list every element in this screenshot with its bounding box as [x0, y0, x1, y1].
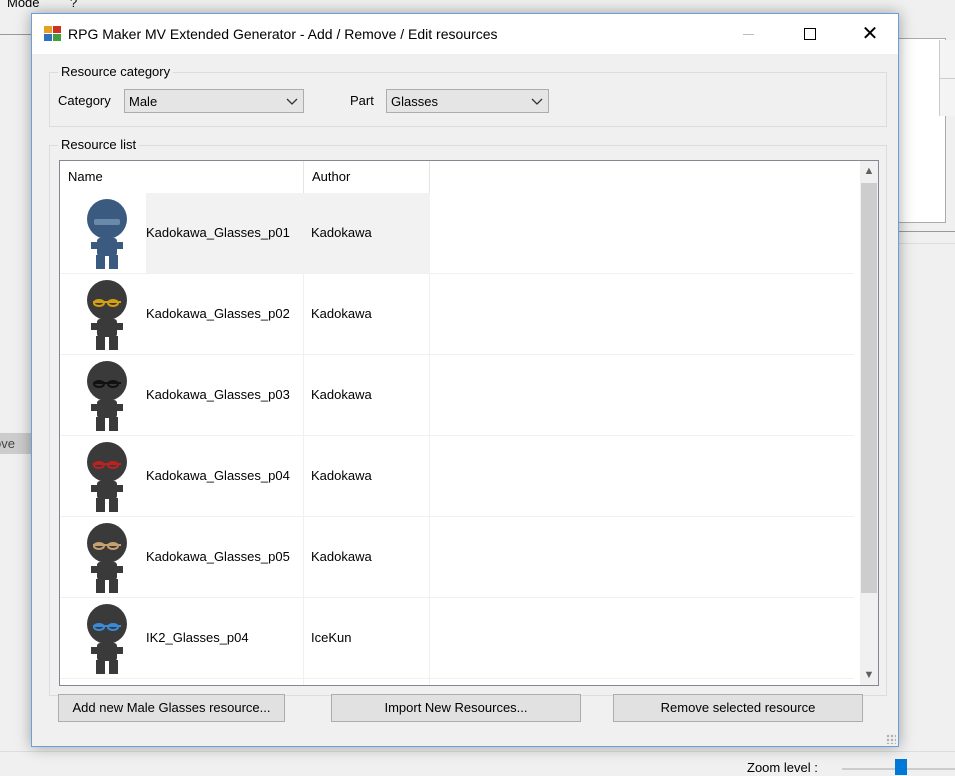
resource-editor-dialog: RPG Maker MV Extended Generator - Add / …	[31, 13, 899, 747]
list-item[interactable]: Kadokawa_Glasses_p05 Kadokawa	[60, 517, 854, 598]
resize-grip-icon[interactable]	[886, 734, 896, 744]
resource-author: Kadokawa	[311, 468, 372, 483]
list-item[interactable]: Kadokawa_Glasses_p04 Kadokawa	[60, 436, 854, 517]
scrollbar-thumb[interactable]	[861, 183, 877, 593]
resource-list[interactable]: Name Author Kadokawa_Glasses_p01 Kadokawa…	[59, 160, 879, 686]
resource-author: Kadokawa	[311, 225, 372, 240]
character-sprite-icon	[87, 523, 127, 593]
chevron-down-icon	[286, 95, 298, 107]
group-label: Resource list	[58, 137, 140, 152]
column-header-author[interactable]: Author	[304, 161, 430, 193]
zoom-slider-thumb[interactable]	[895, 759, 907, 775]
remove-resource-button[interactable]: Remove selected resource	[613, 694, 863, 722]
minimize-button[interactable]	[725, 14, 771, 54]
resource-author: Kadokawa	[311, 387, 372, 402]
resource-name: IK2_Glasses_p04	[146, 630, 249, 645]
background-side-strip-divider	[939, 78, 955, 117]
background-remove-button[interactable]: ove	[0, 433, 32, 454]
close-button[interactable]: ✕	[847, 14, 893, 54]
scroll-down-icon[interactable]: ▼	[860, 665, 878, 685]
maximize-button[interactable]	[787, 14, 833, 54]
background-separator	[898, 231, 955, 232]
list-item[interactable]: Kadokawa_Glasses_p02 Kadokawa	[60, 274, 854, 355]
add-resource-button[interactable]: Add new Male Glasses resource...	[58, 694, 285, 722]
menu-mode[interactable]: Mode	[7, 0, 40, 10]
group-label: Resource category	[58, 64, 174, 79]
category-value: Male	[129, 94, 158, 109]
import-resources-button[interactable]: Import New Resources...	[331, 694, 581, 722]
resource-name: Kadokawa_Glasses_p05	[146, 549, 290, 564]
background-separator	[0, 34, 32, 35]
part-select[interactable]: Glasses	[386, 89, 549, 113]
list-item[interactable]: Kadokawa_Glasses_p03 Kadokawa	[60, 355, 854, 436]
category-label: Category	[58, 93, 111, 108]
window-title: RPG Maker MV Extended Generator - Add / …	[68, 26, 498, 42]
resource-author: Kadokawa	[311, 306, 372, 321]
character-sprite-icon	[87, 604, 127, 674]
part-value: Glasses	[391, 94, 438, 109]
list-item[interactable]: IK2_Glasses_p04 IceKun	[60, 598, 854, 679]
row-divider	[60, 678, 854, 679]
chevron-down-icon	[531, 95, 543, 107]
category-select[interactable]: Male	[124, 89, 304, 113]
scroll-up-icon[interactable]: ▲	[860, 161, 878, 181]
character-sprite-icon	[87, 199, 127, 269]
column-header-name[interactable]: Name	[60, 161, 304, 193]
resource-name: Kadokawa_Glasses_p01	[146, 225, 290, 240]
character-sprite-icon	[87, 361, 127, 431]
zoom-label: Zoom level :	[747, 760, 818, 775]
background-separator	[898, 243, 955, 244]
character-sprite-icon	[87, 442, 127, 512]
app-icon	[44, 26, 61, 42]
list-item[interactable]: Kadokawa_Glasses_p01 Kadokawa	[60, 193, 854, 274]
character-sprite-icon	[87, 280, 127, 350]
menu-help[interactable]: ?	[70, 0, 77, 10]
vertical-scrollbar[interactable]: ▲ ▼	[860, 161, 878, 685]
resource-author: IceKun	[311, 630, 352, 645]
resource-name: Kadokawa_Glasses_p04	[146, 468, 290, 483]
resource-name: Kadokawa_Glasses_p02	[146, 306, 290, 321]
title-bar[interactable]: RPG Maker MV Extended Generator - Add / …	[32, 14, 898, 54]
list-header: Name Author	[60, 161, 430, 193]
resource-name: Kadokawa_Glasses_p03	[146, 387, 290, 402]
resource-author: Kadokawa	[311, 549, 372, 564]
part-label: Part	[350, 93, 374, 108]
